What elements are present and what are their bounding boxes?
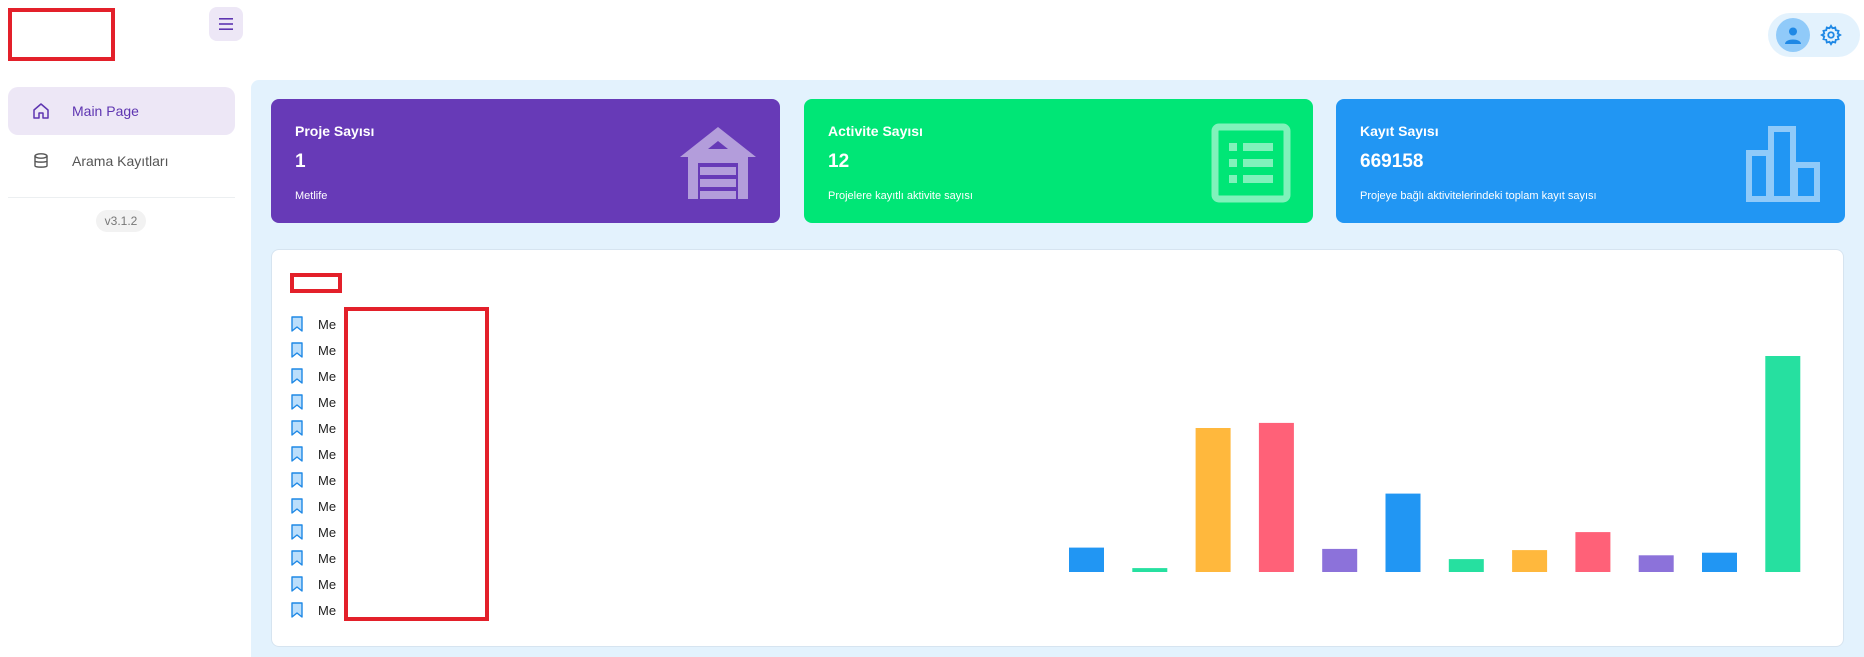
legend-item[interactable]: Me: [290, 389, 336, 415]
chart-bar[interactable]: [1765, 356, 1801, 572]
bookmark-icon: [291, 602, 303, 618]
legend-item[interactable]: Me: [290, 467, 336, 493]
chart-bar[interactable]: [1069, 547, 1104, 572]
bookmark-icon: [291, 316, 303, 332]
sidebar-item-main-page[interactable]: Main Page: [8, 87, 235, 135]
menu-toggle-button[interactable]: [209, 7, 243, 41]
chart-title-placeholder: [290, 273, 342, 293]
version-badge: v3.1.2: [96, 210, 146, 232]
chart-bar[interactable]: [1638, 555, 1674, 572]
chart-legend: Me Me Me Me Me Me Me Me Me Me Me Me: [290, 311, 336, 623]
sidebar-divider: [8, 197, 235, 198]
bookmark-icon: [291, 472, 303, 488]
bookmark-icon: [291, 394, 303, 410]
legend-label: Me: [318, 368, 337, 384]
card-value: 12: [828, 151, 850, 172]
card-subtitle: Projeye bağlı aktivitelerindeki toplam k…: [1360, 190, 1597, 202]
sidebar-item-arama-kayitlari[interactable]: Arama Kayıtları: [8, 137, 235, 185]
chart-bar[interactable]: [1385, 493, 1421, 572]
legend-label: Me: [318, 498, 337, 514]
chart-panel: Me Me Me Me Me Me Me Me Me Me Me Me: [271, 249, 1844, 647]
legend-label: Me: [318, 602, 337, 618]
legend-item[interactable]: Me: [290, 363, 336, 389]
bookmark-icon: [291, 342, 303, 358]
bar-chart-icon: [1746, 126, 1820, 202]
project-count-card: Proje Sayısı 1 Metlife: [271, 99, 780, 223]
card-title: Kayıt Sayısı: [1360, 123, 1439, 139]
main-content: Proje Sayısı 1 Metlife Activite Sayısı 1…: [251, 80, 1864, 657]
legend-item[interactable]: Me: [290, 597, 336, 623]
legend-item[interactable]: Me: [290, 519, 336, 545]
chart-bar[interactable]: [1575, 532, 1611, 572]
sidebar-item-label: Main Page: [72, 103, 139, 119]
legend-label: Me: [318, 394, 337, 410]
bookmark-icon: [291, 420, 303, 436]
card-subtitle: Metlife: [295, 190, 328, 202]
settings-button[interactable]: [1818, 22, 1844, 48]
legend-item[interactable]: Me: [290, 493, 336, 519]
bookmark-icon: [291, 576, 303, 592]
legend-item[interactable]: Me: [290, 311, 336, 337]
record-count-card: Kayıt Sayısı 669158 Projeye bağlı aktivi…: [1336, 99, 1845, 223]
chart-bar[interactable]: [1702, 552, 1737, 572]
activity-count-card: Activite Sayısı 12 Projelere kayıtlı akt…: [804, 99, 1313, 223]
legend-label: Me: [318, 472, 337, 488]
chart-bar[interactable]: [1258, 422, 1294, 572]
legend-redaction-box: [344, 307, 489, 621]
legend-item[interactable]: Me: [290, 545, 336, 571]
avatar[interactable]: [1776, 18, 1810, 52]
warehouse-icon: [680, 127, 756, 199]
legend-label: Me: [318, 316, 337, 332]
gear-icon: [1820, 24, 1842, 46]
profile-area: [1768, 13, 1860, 57]
card-subtitle: Projelere kayıtlı aktivite sayısı: [828, 190, 973, 202]
sidebar-item-label: Arama Kayıtları: [72, 153, 169, 169]
legend-label: Me: [318, 576, 337, 592]
chart-bar[interactable]: [1195, 428, 1231, 572]
legend-label: Me: [318, 524, 337, 540]
hamburger-icon: [219, 18, 233, 30]
bar-chart: [1069, 356, 1801, 572]
database-icon: [34, 153, 48, 168]
bookmark-icon: [291, 368, 303, 384]
legend-label: Me: [318, 446, 337, 462]
user-icon: [1785, 27, 1801, 44]
chart-bar[interactable]: [1132, 568, 1168, 572]
sidebar: Main Page Arama Kayıtları v3.1.2: [0, 80, 245, 657]
chart-bar[interactable]: [1322, 548, 1358, 572]
logo-placeholder: [8, 8, 115, 61]
card-title: Activite Sayısı: [828, 123, 923, 139]
card-value: 1: [295, 151, 306, 172]
legend-item[interactable]: Me: [290, 415, 336, 441]
bookmark-icon: [291, 524, 303, 540]
chart-bar[interactable]: [1448, 559, 1484, 572]
legend-item[interactable]: Me: [290, 337, 336, 363]
bookmark-icon: [291, 498, 303, 514]
home-icon: [33, 103, 49, 119]
bookmark-icon: [291, 550, 303, 566]
bookmark-icon: [291, 446, 303, 462]
list-icon: [1211, 123, 1291, 203]
legend-label: Me: [318, 342, 337, 358]
chart-bar[interactable]: [1512, 550, 1548, 572]
legend-item[interactable]: Me: [290, 571, 336, 597]
card-title: Proje Sayısı: [295, 123, 375, 139]
legend-label: Me: [318, 550, 337, 566]
legend-item[interactable]: Me: [290, 441, 336, 467]
legend-label: Me: [318, 420, 337, 436]
card-value: 669158: [1360, 151, 1424, 172]
